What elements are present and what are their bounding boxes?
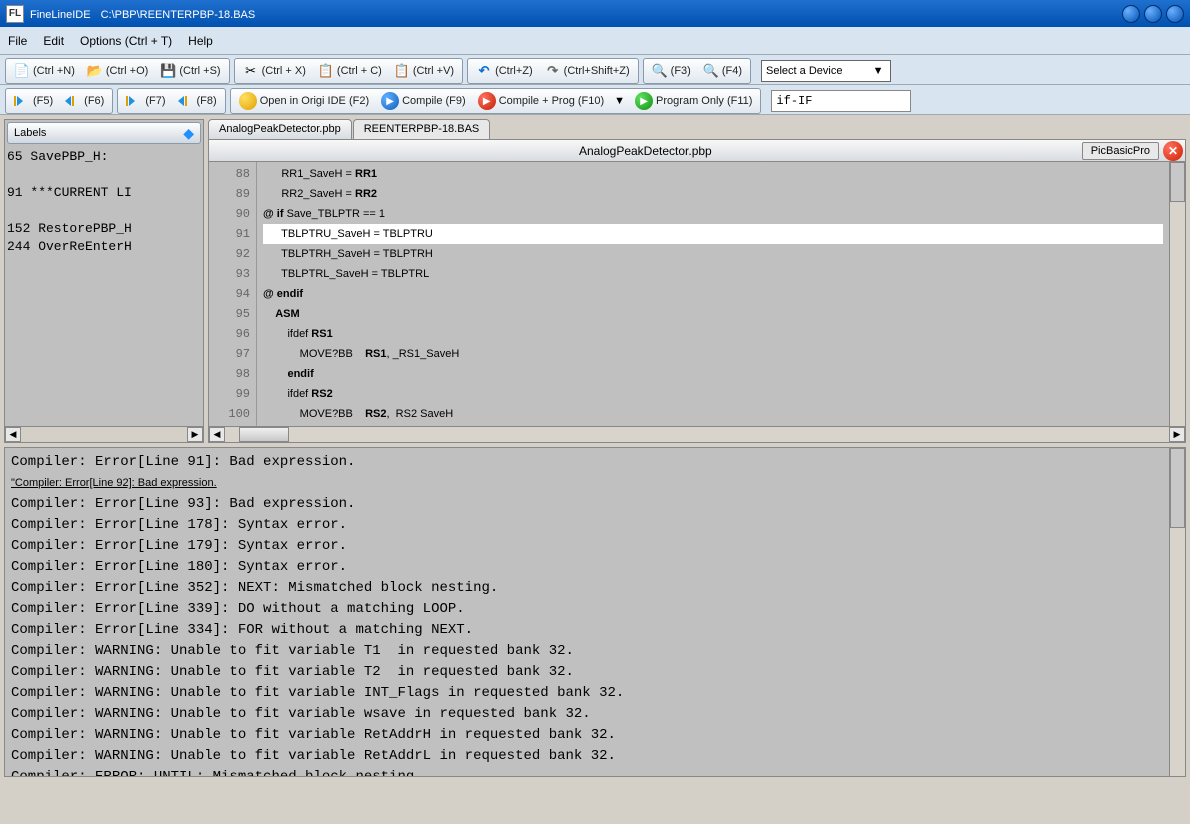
undo-button[interactable]: (Ctrl+Z) — [470, 60, 539, 82]
minimize-button[interactable] — [1122, 5, 1140, 23]
scrollbar-thumb[interactable] — [1170, 162, 1185, 202]
copy-icon — [318, 63, 334, 79]
menu-bar: File Edit Options (Ctrl + T) Help — [0, 27, 1190, 55]
folder-open-icon — [87, 63, 103, 79]
redo-icon — [545, 63, 561, 79]
toolbar-row-1: (Ctrl +N) (Ctrl +O) (Ctrl +S) (Ctrl + X)… — [0, 55, 1190, 85]
open-button[interactable]: (Ctrl +O) — [81, 60, 154, 82]
search-icon — [703, 63, 719, 79]
step-left-icon — [178, 96, 194, 106]
open-orig-ide-button[interactable]: Open in Origi IDE (F2) — [233, 90, 375, 112]
chevron-down-icon: ▼ — [870, 63, 886, 79]
device-select[interactable]: Select a Device ▼ — [761, 60, 891, 82]
output-panel: Compiler: Error[Line 91]: Bad expression… — [4, 447, 1186, 777]
labels-panel: Labels ◆ 65 SavePBP_H: 91 ***CURRENT LI … — [4, 119, 204, 443]
paste-icon — [394, 63, 410, 79]
paste-button[interactable]: (Ctrl +V) — [388, 60, 460, 82]
close-button[interactable] — [1166, 5, 1184, 23]
save-button[interactable]: (Ctrl +S) — [154, 60, 226, 82]
menu-options[interactable]: Options (Ctrl + T) — [80, 34, 172, 48]
undo-icon — [476, 63, 492, 79]
device-select-label: Select a Device — [766, 65, 842, 77]
output-vscroll[interactable] — [1169, 448, 1185, 776]
step-right-icon — [126, 96, 142, 106]
app-title: FineLineIDE C:\PBP\REENTERPBP-18.BAS — [30, 7, 255, 21]
scrollbar-thumb[interactable] — [1170, 448, 1185, 528]
cut-icon — [243, 63, 259, 79]
code-area[interactable]: RR1_SaveH = RR1 RR2_SaveH = RR2 @ if Sav… — [257, 162, 1169, 426]
redo-button[interactable]: (Ctrl+Shift+Z) — [539, 60, 636, 82]
play-icon: ▶ — [635, 92, 653, 110]
chevron-down-icon[interactable]: ▼ — [610, 95, 629, 107]
editor-tabs: AnalogPeakDetector.pbp REENTERPBP-18.BAS — [208, 119, 1186, 139]
program-only-button[interactable]: ▶Program Only (F11) — [629, 90, 758, 112]
labels-hscroll[interactable]: ◀ ▶ — [5, 426, 203, 442]
title-bar: FL FineLineIDE C:\PBP\REENTERPBP-18.BAS — [0, 0, 1190, 27]
step-f6-button[interactable]: (F6) — [59, 90, 110, 112]
copy-button[interactable]: (Ctrl + C) — [312, 60, 388, 82]
editor-header: AnalogPeakDetector.pbp PicBasicPro ✕ — [209, 140, 1185, 162]
menu-file[interactable]: File — [8, 34, 27, 48]
cut-button[interactable]: (Ctrl + X) — [237, 60, 312, 82]
close-editor-button[interactable]: ✕ — [1163, 141, 1183, 161]
find-button[interactable]: (F3) — [646, 60, 697, 82]
labels-header[interactable]: Labels ◆ — [7, 122, 201, 144]
app-icon: FL — [6, 5, 24, 23]
new-button[interactable]: (Ctrl +N) — [8, 60, 81, 82]
play-icon: ▶ — [478, 92, 496, 110]
line-gutter: 888990919293949596979899100 — [209, 162, 257, 426]
editor-filename: AnalogPeakDetector.pbp — [209, 144, 1082, 158]
menu-help[interactable]: Help — [188, 34, 213, 48]
step-f8-button[interactable]: (F8) — [172, 90, 223, 112]
editor-hscroll[interactable]: ◀ ▶ — [209, 426, 1185, 442]
scroll-right-icon[interactable]: ▶ — [1169, 427, 1185, 442]
diamond-icon: ◆ — [183, 125, 194, 142]
step-f5-button[interactable]: (F5) — [8, 90, 59, 112]
compile-prog-button[interactable]: ▶Compile + Prog (F10) — [472, 90, 610, 112]
if-expression-input[interactable]: if-IF — [771, 90, 911, 112]
language-badge[interactable]: PicBasicPro — [1082, 142, 1159, 160]
output-text[interactable]: Compiler: Error[Line 91]: Bad expression… — [5, 448, 1169, 776]
labels-header-text: Labels — [14, 127, 46, 139]
circle-yellow-icon — [239, 92, 257, 110]
step-f7-button[interactable]: (F7) — [120, 90, 171, 112]
step-right-icon — [14, 96, 30, 106]
maximize-button[interactable] — [1144, 5, 1162, 23]
scroll-right-icon[interactable]: ▶ — [187, 427, 203, 442]
menu-edit[interactable]: Edit — [43, 34, 64, 48]
tab-reenter[interactable]: REENTERPBP-18.BAS — [353, 119, 491, 139]
document-icon — [14, 63, 30, 79]
editor-vscroll[interactable] — [1169, 162, 1185, 426]
find-next-button[interactable]: (F4) — [697, 60, 748, 82]
save-icon — [160, 63, 176, 79]
labels-list[interactable]: 65 SavePBP_H: 91 ***CURRENT LI 152 Resto… — [5, 146, 203, 426]
scrollbar-thumb[interactable] — [239, 427, 289, 442]
play-icon: ▶ — [381, 92, 399, 110]
scroll-left-icon[interactable]: ◀ — [5, 427, 21, 442]
tab-analog[interactable]: AnalogPeakDetector.pbp — [208, 119, 352, 139]
scroll-left-icon[interactable]: ◀ — [209, 427, 225, 442]
compile-button[interactable]: ▶Compile (F9) — [375, 90, 472, 112]
search-icon — [652, 63, 668, 79]
toolbar-row-2: (F5) (F6) (F7) (F8) Open in Origi IDE (F… — [0, 85, 1190, 115]
step-left-icon — [65, 96, 81, 106]
